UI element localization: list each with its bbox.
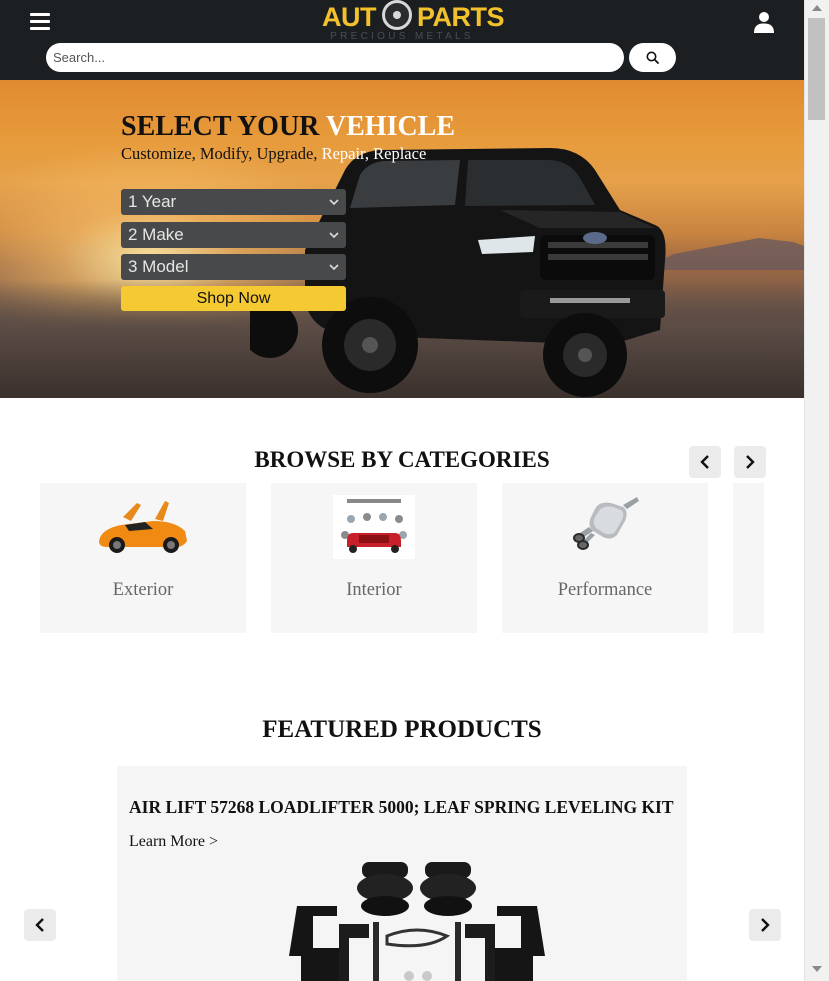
category-card-exterior[interactable]: Exterior	[40, 483, 246, 633]
page: AUT PARTS PRECIOUS METALS Search... SELE…	[0, 0, 804, 981]
make-select-value: 2 Make	[128, 225, 184, 244]
search-input[interactable]	[46, 43, 624, 72]
site-header: AUT PARTS PRECIOUS METALS	[0, 0, 804, 80]
featured-prev-button[interactable]	[24, 909, 56, 941]
learn-more-link[interactable]: Learn More >	[129, 833, 218, 851]
scroll-up-arrow-icon[interactable]	[812, 5, 822, 11]
hero-subtitle-highlight: Repair, Replace	[321, 144, 427, 163]
chevron-down-icon	[329, 232, 339, 239]
categories-prev-button[interactable]	[689, 446, 721, 478]
scrollbar-thumb[interactable]	[808, 18, 825, 120]
category-label: Exterior	[112, 580, 174, 600]
logo-text-auto: AUT	[322, 2, 377, 32]
chevron-left-icon	[700, 455, 709, 469]
category-label: Performance	[557, 580, 653, 600]
muffler-icon	[573, 497, 639, 550]
hero-banner: SELECT YOUR VEHICLE Customize, Modify, U…	[0, 80, 804, 398]
user-account-icon[interactable]	[753, 11, 775, 33]
chevron-down-icon	[329, 199, 339, 206]
categories-heading: BROWSE BY CATEGORIES	[254, 447, 550, 472]
hamburger-menu-icon[interactable]	[30, 13, 50, 31]
hero-title-highlight: VEHICLE	[325, 111, 456, 142]
sports-car-icon	[99, 501, 187, 553]
model-select[interactable]: 3 Model	[121, 254, 346, 280]
page-scrollbar[interactable]	[804, 0, 829, 981]
category-card-partial[interactable]	[733, 483, 764, 633]
site-logo[interactable]: AUT PARTS PRECIOUS METALS	[322, 0, 505, 44]
hero-title-text: SELECT YOUR	[121, 111, 326, 142]
hero-subtitle: Customize, Modify, Upgrade, Repair, Repl…	[121, 144, 426, 164]
logo-gear-icon	[382, 0, 412, 30]
featured-product-card[interactable]: AIR LIFT 57268 LOADLIFTER 5000; LEAF SPR…	[117, 766, 687, 981]
logo-text-parts: PARTS	[417, 2, 505, 32]
chevron-right-icon	[761, 918, 770, 932]
chevron-right-icon	[746, 455, 755, 469]
interior-details-icon	[333, 495, 415, 559]
hero-title: SELECT YOUR VEHICLE	[121, 111, 455, 143]
chevron-left-icon	[35, 918, 44, 932]
logo-tagline: PRECIOUS METALS	[330, 31, 474, 42]
chevron-down-icon	[329, 264, 339, 271]
hero-subtitle-text: Customize, Modify, Upgrade,	[121, 144, 322, 163]
category-label: Interior	[346, 580, 402, 600]
year-select-value: 1 Year	[128, 192, 177, 211]
product-name: AIR LIFT 57268 LOADLIFTER 5000; LEAF SPR…	[129, 797, 674, 817]
categories-next-button[interactable]	[734, 446, 766, 478]
shop-now-button[interactable]: Shop Now	[121, 286, 346, 311]
featured-heading: FEATURED PRODUCTS	[262, 716, 542, 743]
search-icon	[646, 51, 659, 64]
leveling-kit-image	[289, 862, 545, 981]
category-card-performance[interactable]: Performance	[502, 483, 708, 633]
model-select-value: 3 Model	[128, 257, 189, 276]
search-button[interactable]	[629, 43, 676, 72]
category-card-interior[interactable]: Interior	[271, 483, 477, 633]
make-select[interactable]: 2 Make	[121, 222, 346, 248]
year-select[interactable]: 1 Year	[121, 189, 346, 215]
featured-next-button[interactable]	[749, 909, 781, 941]
scroll-down-arrow-icon[interactable]	[812, 966, 822, 972]
